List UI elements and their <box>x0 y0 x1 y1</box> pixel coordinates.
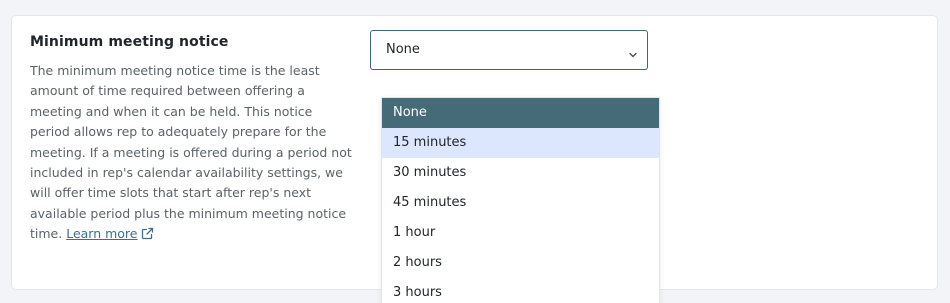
chevron-down-icon <box>628 45 638 64</box>
dropdown-option-1-hour[interactable]: 1 hour <box>382 218 659 248</box>
dropdown-option-30-minutes[interactable]: 30 minutes <box>382 158 659 188</box>
learn-more-link[interactable]: Learn more <box>66 226 137 241</box>
setting-title: Minimum meeting notice <box>30 34 229 50</box>
dropdown-option-45-minutes[interactable]: 45 minutes <box>382 188 659 218</box>
dropdown-option-15-minutes[interactable]: 15 minutes <box>382 128 659 158</box>
select-value: None <box>386 42 420 57</box>
dropdown-option-2-hours[interactable]: 2 hours <box>382 248 659 278</box>
dropdown-option-3-hours[interactable]: 3 hours <box>382 278 659 303</box>
dropdown-option-none[interactable]: None <box>382 98 659 128</box>
external-link-icon[interactable] <box>141 226 154 246</box>
dropdown-menu: None 15 minutes 30 minutes 45 minutes 1 … <box>381 97 660 303</box>
description-text: The minimum meeting notice time is the l… <box>30 63 352 242</box>
setting-description: The minimum meeting notice time is the l… <box>30 61 352 247</box>
meeting-notice-select[interactable]: None <box>370 30 648 70</box>
